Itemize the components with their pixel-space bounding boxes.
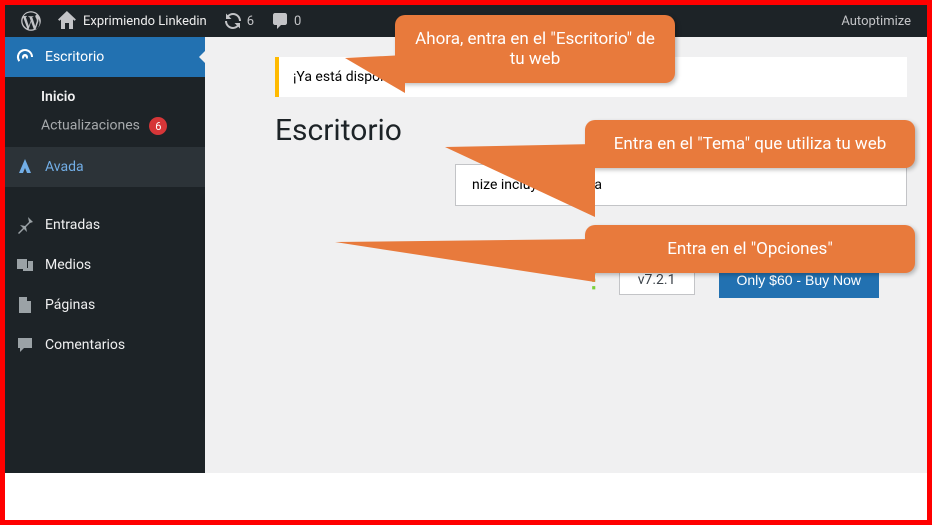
autoptimize-link[interactable]: Autoptimize: [833, 5, 919, 37]
callout-tail-icon: [345, 55, 405, 93]
comment-icon: [15, 335, 35, 355]
sidebar-item-comments[interactable]: Comentarios: [5, 325, 205, 365]
menu-label: Medios: [45, 257, 91, 273]
comments-count: 0: [294, 14, 301, 29]
updates-count: 6: [247, 14, 254, 29]
menu-label: Comentarios: [45, 337, 125, 353]
comment-icon: [270, 11, 290, 31]
sidebar-item-posts[interactable]: Entradas: [5, 205, 205, 245]
menu-label: Páginas: [45, 297, 95, 313]
sidebar-item-pages[interactable]: Páginas: [5, 285, 205, 325]
autoptimize-label: Autoptimize: [841, 14, 911, 29]
sidebar-sub-home[interactable]: Inicio: [5, 83, 205, 111]
refresh-icon: [223, 11, 243, 31]
menu-label: Avada: [45, 159, 84, 175]
annotation-callout-theme: Entra en el "Tema" que utiliza tu web: [585, 120, 915, 168]
callout-tail-icon: [335, 239, 595, 282]
comments-link[interactable]: 0: [262, 5, 309, 37]
media-icon: [15, 255, 35, 275]
avada-icon: [15, 157, 35, 177]
callout-text: Entra en el "Tema" que utiliza tu web: [614, 134, 887, 154]
callout-text: Ahora, entra en el "Escritorio" de tu we…: [415, 29, 655, 69]
callout-text: Entra en el "Opciones": [667, 239, 833, 259]
page-icon: [15, 295, 35, 315]
updates-label: Actualizaciones: [41, 118, 140, 134]
home-icon: [57, 11, 77, 31]
wp-logo-icon[interactable]: [13, 5, 49, 37]
pin-icon: [15, 215, 35, 235]
sidebar-item-media[interactable]: Medios: [5, 245, 205, 285]
menu-label: Entradas: [45, 217, 100, 233]
annotation-callout-options: Entra en el "Opciones": [585, 225, 915, 273]
sidebar-sub-updates[interactable]: Actualizaciones 6: [5, 111, 205, 141]
callout-tail-icon: [445, 144, 595, 217]
menu-label: Escritorio: [45, 49, 104, 65]
sidebar-item-avada[interactable]: Avada: [5, 147, 205, 187]
updates-badge: 6: [149, 117, 167, 135]
annotation-callout-dashboard: Ahora, entra en el "Escritorio" de tu we…: [395, 15, 675, 83]
admin-sidebar: Escritorio Inicio Actualizaciones 6 Avad…: [5, 37, 205, 473]
site-name: Exprimiendo Linkedin: [83, 14, 207, 29]
dashboard-submenu: Inicio Actualizaciones 6: [5, 77, 205, 147]
dashboard-icon: [15, 47, 35, 67]
sidebar-item-dashboard[interactable]: Escritorio: [5, 37, 205, 77]
updates-link[interactable]: 6: [215, 5, 262, 37]
site-home-link[interactable]: Exprimiendo Linkedin: [49, 5, 215, 37]
